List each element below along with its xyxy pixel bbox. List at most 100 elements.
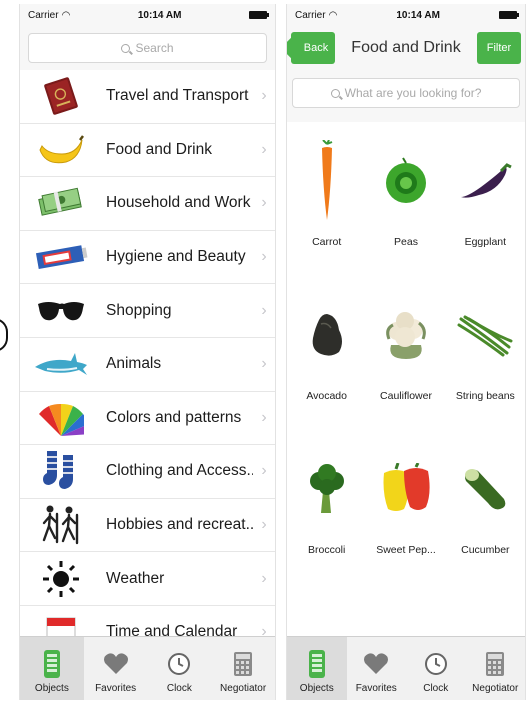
category-row[interactable]: Shopping › xyxy=(20,284,275,338)
tab-label: Objects xyxy=(299,683,334,694)
tab-objects[interactable]: Objects xyxy=(287,637,347,700)
category-label: Clothing and Access... xyxy=(106,462,253,480)
hikers-icon xyxy=(30,503,92,547)
back-button[interactable]: Back xyxy=(291,32,335,64)
heart-icon xyxy=(103,648,129,680)
grid-item[interactable]: Avocado xyxy=(287,276,366,430)
category-row[interactable]: Colors and patterns › xyxy=(20,392,275,446)
category-label: Colors and patterns xyxy=(106,408,242,426)
chevron-right-icon: › xyxy=(261,462,267,480)
item-label: Avocado xyxy=(306,390,347,402)
filter-label: Filter xyxy=(486,42,512,54)
page-title: Food and Drink xyxy=(351,39,461,56)
sweet-pepper-icon xyxy=(378,448,434,530)
sunglasses-icon xyxy=(30,289,92,333)
category-row[interactable]: Food and Drink › xyxy=(20,124,275,178)
carrier-label: Carrier xyxy=(295,9,326,21)
grid-item[interactable]: Carrot xyxy=(287,122,366,276)
passport-icon xyxy=(30,74,92,118)
category-row[interactable]: Household and Work › xyxy=(20,177,275,231)
item-label: Carrot xyxy=(312,236,342,248)
search-placeholder: Search xyxy=(135,41,174,55)
category-label: Travel and Transport xyxy=(106,87,249,105)
phone-list-icon xyxy=(43,648,61,680)
tab-clock[interactable]: Clock xyxy=(148,637,212,700)
phone-screen-food-and-drink: Carrier ◠ 10:14 AM Back Food and Drink F… xyxy=(286,4,526,700)
status-time: 10:14 AM xyxy=(396,9,440,21)
tab-label: Clock xyxy=(166,683,192,694)
item-grid: Carrot Peas Eggplant Avocado Cauliflower… xyxy=(287,122,525,584)
category-row[interactable]: Travel and Transport › xyxy=(20,70,275,124)
search-bar: Search xyxy=(20,26,275,70)
cash-icon xyxy=(30,181,92,225)
wifi-icon: ◠ xyxy=(328,9,338,21)
shark-icon xyxy=(30,342,92,386)
chevron-right-icon: › xyxy=(261,408,267,426)
peas-icon xyxy=(381,140,431,222)
status-time: 10:14 AM xyxy=(137,9,182,21)
grid-item[interactable]: Cauliflower xyxy=(366,276,445,430)
search-input[interactable]: Search xyxy=(28,33,267,63)
tab-label: Favorites xyxy=(355,683,397,694)
category-row[interactable]: Weather › xyxy=(20,552,275,606)
category-row[interactable]: Clothing and Access... › xyxy=(20,445,275,499)
chevron-right-icon: › xyxy=(261,301,267,319)
screenshot-canvas: Carrier ◠ 10:14 AM Search Travel and Tra… xyxy=(0,0,527,704)
chevron-right-icon: › xyxy=(261,355,267,373)
category-row[interactable]: Animals › xyxy=(20,338,275,392)
toothpaste-icon xyxy=(30,235,92,279)
tab-label: Favorites xyxy=(95,683,137,694)
banana-icon xyxy=(30,128,92,172)
chevron-right-icon: › xyxy=(261,516,267,534)
item-label: String beans xyxy=(455,390,515,402)
heart-icon xyxy=(363,648,389,680)
category-label: Food and Drink xyxy=(106,140,212,158)
tab-negotiator[interactable]: Negotiator xyxy=(466,637,526,700)
grid-item[interactable]: Eggplant xyxy=(446,122,525,276)
grid-item[interactable]: Cucumber xyxy=(446,430,525,584)
grid-item[interactable]: Sweet Pep... xyxy=(366,430,445,584)
wifi-icon: ◠ xyxy=(61,9,71,21)
search-icon xyxy=(330,88,340,98)
search-input[interactable]: What are you looking for? xyxy=(292,78,520,108)
category-row[interactable]: Hobbies and recreat... › xyxy=(20,499,275,553)
category-label: Household and Work xyxy=(106,194,251,212)
phone-list-icon xyxy=(308,648,326,680)
grid-item[interactable]: Broccoli xyxy=(287,430,366,584)
socks-icon xyxy=(30,449,92,493)
carrot-icon xyxy=(317,140,337,222)
item-label: Cauliflower xyxy=(380,390,432,402)
grid-item[interactable]: String beans xyxy=(446,276,525,430)
category-row[interactable]: Hygiene and Beauty › xyxy=(20,231,275,285)
battery-icon xyxy=(499,11,519,19)
string-beans-icon xyxy=(457,294,513,376)
tab-objects[interactable]: Objects xyxy=(20,637,84,700)
category-label: Shopping xyxy=(106,301,172,319)
grid-item[interactable]: Peas xyxy=(366,122,445,276)
tab-bar: Objects Favorites Clock Negotiator xyxy=(20,636,275,700)
tab-favorites[interactable]: Favorites xyxy=(347,637,407,700)
category-label: Hobbies and recreat... xyxy=(106,516,253,534)
calculator-icon xyxy=(233,648,253,680)
search-icon xyxy=(121,43,131,53)
tab-negotiator[interactable]: Negotiator xyxy=(211,637,275,700)
nav-bar: Back Food and Drink Filter xyxy=(287,26,525,70)
search-placeholder: What are you looking for? xyxy=(344,86,482,100)
category-label: Animals xyxy=(106,355,162,373)
cropped-bracket-mark xyxy=(0,318,8,352)
eggplant-icon xyxy=(457,140,513,222)
clock-icon xyxy=(167,648,191,680)
phone-screen-categories: Carrier ◠ 10:14 AM Search Travel and Tra… xyxy=(19,4,276,700)
tab-clock[interactable]: Clock xyxy=(406,637,466,700)
tab-bar: Objects Favorites Clock Negotiator xyxy=(287,636,525,700)
tab-label: Negotiator xyxy=(472,683,519,694)
tab-favorites[interactable]: Favorites xyxy=(84,637,148,700)
category-list[interactable]: Travel and Transport › Food and Drink › … xyxy=(20,70,275,660)
search-bar: What are you looking for? xyxy=(287,70,525,116)
chevron-right-icon: › xyxy=(261,569,267,587)
carrier-label: Carrier xyxy=(28,9,59,21)
clock-icon xyxy=(424,648,448,680)
filter-button[interactable]: Filter xyxy=(476,32,521,64)
item-label: Eggplant xyxy=(464,236,507,248)
avocado-icon xyxy=(307,294,347,376)
